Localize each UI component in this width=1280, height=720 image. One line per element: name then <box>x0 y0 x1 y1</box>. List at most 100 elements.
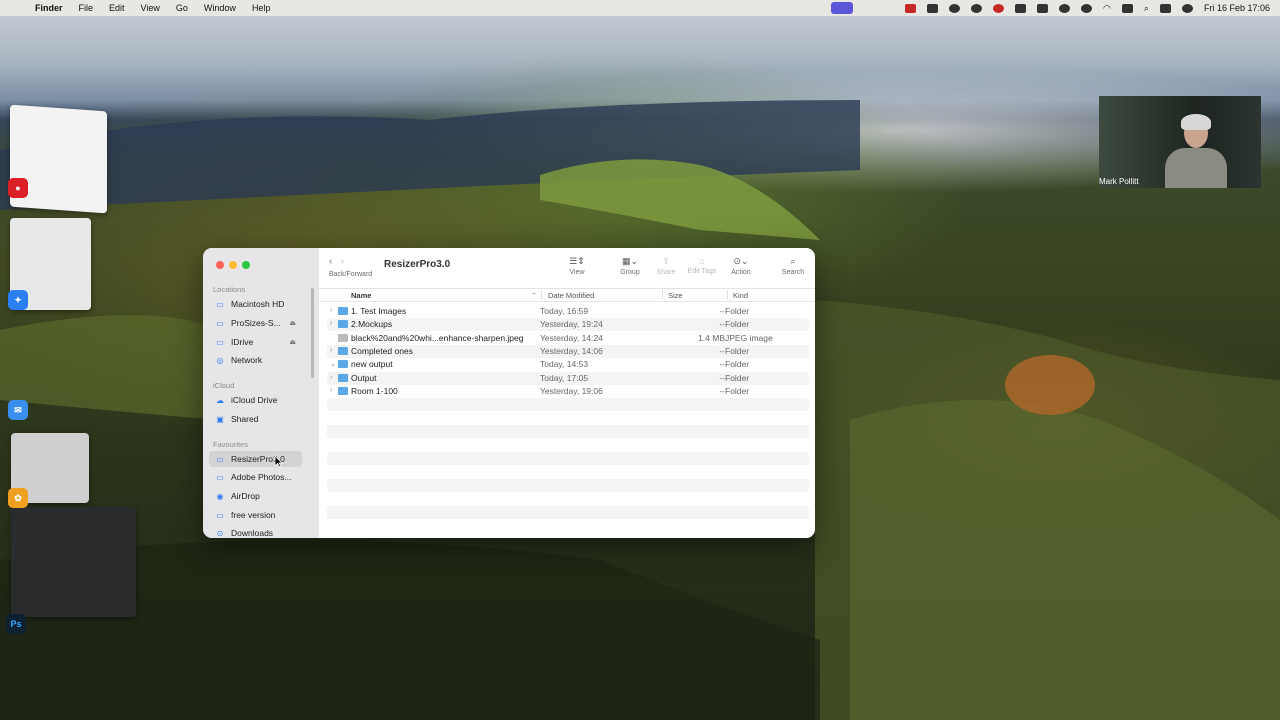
menu-go[interactable]: Go <box>176 3 188 13</box>
drive-icon: ▭ <box>216 318 224 328</box>
network-icon: ◎ <box>216 355 224 365</box>
record-icon[interactable] <box>993 3 1005 13</box>
menu-help[interactable]: Help <box>252 3 271 13</box>
folder-icon <box>338 374 348 382</box>
empty-row <box>327 479 809 492</box>
airplay-icon[interactable] <box>1081 3 1093 13</box>
chevron-right-icon[interactable]: › <box>330 307 332 314</box>
sidebar-item-airdrop[interactable]: ◉ AirDrop <box>209 488 302 504</box>
mouse-cursor-icon <box>274 455 283 468</box>
webcam-person-hair <box>1181 114 1211 130</box>
control-center-icon[interactable] <box>1159 3 1171 13</box>
window-thumbnail-4[interactable] <box>11 507 136 617</box>
wifi-icon[interactable]: ◠ <box>1103 3 1111 14</box>
column-divider <box>541 290 542 299</box>
sort-chevron-icon[interactable]: ⌃ <box>531 291 537 300</box>
chevron-right-icon[interactable]: › <box>330 320 332 327</box>
table-row[interactable]: › 2.Mockups Yesterday, 19:24 -- Folder <box>327 318 809 331</box>
table-row[interactable]: › Output Today, 17:05 -- Folder <box>327 372 809 385</box>
eye-icon[interactable] <box>949 3 961 13</box>
share-icon: ⇪ <box>662 256 670 266</box>
play-icon[interactable] <box>1059 3 1071 13</box>
forward-icon[interactable]: › <box>341 256 344 267</box>
webcam-name: Mark Pollitt <box>1099 177 1139 186</box>
sidebar-item-downloads[interactable]: ⊙ Downloads <box>209 525 302 538</box>
mail-icon[interactable]: ✉ <box>8 400 28 420</box>
battery-status-icon[interactable] <box>1037 3 1049 13</box>
table-row[interactable]: › 1. Test Images Today, 16:59 -- Folder <box>327 305 809 318</box>
shield-icon[interactable] <box>905 3 917 13</box>
menu-view[interactable]: View <box>141 3 160 13</box>
minimize-button[interactable] <box>229 261 237 269</box>
column-date[interactable]: Date Modified <box>548 291 594 300</box>
close-button[interactable] <box>216 261 224 269</box>
empty-row <box>327 398 809 411</box>
menu-app-name[interactable]: Finder <box>35 3 63 13</box>
menu-extras: ◠ ⌕ Fri 16 Feb 17:06 <box>831 0 1270 16</box>
back-forward-buttons[interactable]: ‹ › <box>329 256 344 267</box>
chevron-right-icon[interactable]: › <box>330 347 332 354</box>
chevron-down-icon[interactable]: ⌄ <box>330 360 336 368</box>
folder-icon <box>338 387 348 395</box>
toolbar-edit-tags[interactable]: ⌂ Edit Tags <box>683 256 721 275</box>
finder-toolbar: ‹ › Back/Forward ResizerPro3.0 ☰⇕ View ▦⌄… <box>319 248 815 289</box>
column-name[interactable]: Name <box>351 291 371 300</box>
menu-edit[interactable]: Edit <box>109 3 125 13</box>
table-row[interactable]: ⌄ new output Today, 14:53 -- Folder <box>327 358 809 371</box>
eject-icon[interactable]: ⏏ <box>289 338 296 346</box>
sidebar-item-label: Shared <box>231 414 259 424</box>
airdrop-icon: ◉ <box>216 491 224 501</box>
sidebar-item-network[interactable]: ◎ Network <box>209 352 302 368</box>
shared-folder-icon: ▣ <box>216 414 224 424</box>
sidebar-item-shared[interactable]: ▣ Shared <box>209 411 302 427</box>
sidebar-item-adobe-photos[interactable]: ▭ Adobe Photos... <box>209 469 302 485</box>
sidebar-scrollbar[interactable] <box>311 288 314 378</box>
table-row[interactable]: › Room 1-100 Yesterday, 19:06 -- Folder <box>327 385 809 398</box>
eject-icon[interactable]: ⏏ <box>289 319 296 327</box>
photoshop-icon[interactable]: Ps <box>6 614 26 634</box>
cloud-icon[interactable] <box>1015 3 1027 13</box>
zoom-button[interactable] <box>242 261 250 269</box>
spotlight-icon[interactable]: ⌕ <box>1144 3 1149 14</box>
photos-icon[interactable]: ✿ <box>8 488 28 508</box>
toolbar-action[interactable]: ⊙⌄ Action <box>727 256 755 276</box>
menu-window[interactable]: Window <box>204 3 236 13</box>
sidebar-item-resizerpro[interactable]: ▭ ResizerPro3.0 <box>209 451 302 467</box>
downloads-icon: ⊙ <box>216 528 224 538</box>
column-kind[interactable]: Kind <box>733 291 748 300</box>
column-size[interactable]: Size <box>668 291 683 300</box>
sidebar-header-icloud: iCloud <box>213 381 235 390</box>
caption-icon[interactable] <box>927 3 939 13</box>
battery-icon[interactable] <box>1121 3 1133 13</box>
back-icon[interactable]: ‹ <box>329 256 332 267</box>
sidebar-item-macintosh-hd[interactable]: ▭ Macintosh HD <box>209 296 302 312</box>
clock[interactable]: Fri 16 Feb 17:06 <box>1204 3 1270 13</box>
chevron-right-icon[interactable]: › <box>330 374 332 381</box>
column-divider <box>662 290 663 299</box>
sidebar-item-prosizes[interactable]: ▭ ProSizes-S... ⏏ <box>209 315 302 331</box>
toolbar-search[interactable]: ⌕ Search <box>779 256 807 276</box>
screen-share-icon[interactable] <box>831 2 854 14</box>
sidebar-item-icloud-drive[interactable]: ☁ iCloud Drive <box>209 392 302 408</box>
table-row[interactable]: › Completed ones Yesterday, 14:06 -- Folder <box>327 345 809 358</box>
drop-icon[interactable] <box>971 3 983 13</box>
toolbar-share[interactable]: ⇪ Share <box>653 256 679 276</box>
sidebar-item-free-version[interactable]: ▭ free version <box>209 507 302 523</box>
creative-cloud-icon[interactable]: ● <box>8 178 28 198</box>
drive-icon: ▭ <box>216 337 224 347</box>
chevron-right-icon[interactable]: › <box>330 387 332 394</box>
toolbar-group[interactable]: ▦⌄ Group <box>617 256 643 276</box>
empty-row <box>327 452 809 465</box>
finder-content: ‹ › Back/Forward ResizerPro3.0 ☰⇕ View ▦⌄… <box>319 248 815 538</box>
table-row[interactable]: black%20and%20whi...enhance-sharpen.jpeg… <box>327 332 809 345</box>
toolbar-view[interactable]: ☰⇕ View <box>564 256 590 276</box>
webcam-overlay: Mark Pollitt <box>1099 96 1261 188</box>
safari-icon[interactable]: ✦ <box>8 290 28 310</box>
sidebar-item-idrive[interactable]: ▭ IDrive ⏏ <box>209 334 302 350</box>
sidebar-header-locations: Locations <box>213 285 246 294</box>
folder-icon <box>338 347 348 355</box>
menu-file[interactable]: File <box>79 3 94 13</box>
siri-icon[interactable] <box>1181 3 1193 13</box>
folder-icon: ▭ <box>216 510 224 520</box>
finder-window[interactable]: Locations ▭ Macintosh HD ▭ ProSizes-S... ⏏ … <box>203 248 815 538</box>
